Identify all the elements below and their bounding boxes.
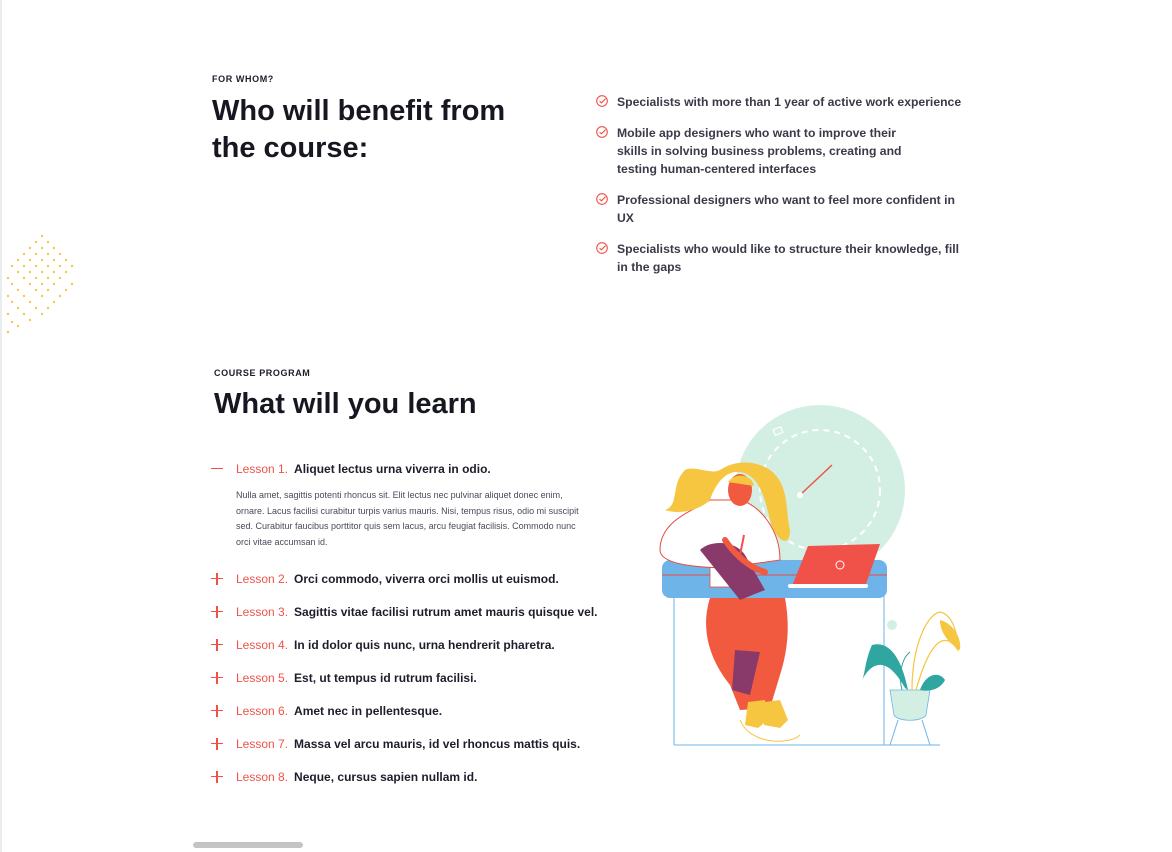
plus-icon[interactable] (208, 669, 226, 687)
lesson-title: Neque, cursus sapien nullam id. (294, 769, 478, 784)
lesson-number: Lesson 1. (236, 462, 289, 476)
lesson-accordion: Lesson 1. Aliquet lectus urna viverra in… (208, 458, 597, 793)
lesson-title: Orci commodo, viverra orci mollis ut eui… (294, 571, 559, 586)
lesson-title: Aliquet lectus urna viverra in odio. (294, 462, 491, 476)
page: FOR WHOM? Who will benefit from the cour… (0, 0, 1172, 852)
minus-icon[interactable] (208, 460, 226, 478)
lesson-item-1[interactable]: Lesson 1. Aliquet lectus urna viverra in… (208, 458, 588, 480)
benefit-text: Mobile app designers who want to improve… (617, 126, 902, 176)
program-title: What will you learn (214, 388, 477, 420)
benefit-eyebrow: FOR WHOM? (212, 74, 274, 84)
plus-icon[interactable] (208, 603, 226, 621)
lesson-item-6[interactable]: Lesson 6. Amet nec in pellentesque. (208, 694, 588, 727)
benefit-item: Specialists who would like to structure … (595, 240, 965, 276)
lesson-item-3[interactable]: Lesson 3. Sagittis vitae facilisi rutrum… (208, 595, 597, 628)
lesson-number: Lesson 7. (236, 736, 289, 751)
program-eyebrow: COURSE PROGRAM (214, 368, 311, 378)
lesson-number: Lesson 4. (236, 637, 289, 652)
lesson-item-2[interactable]: Lesson 2. Orci commodo, viverra orci mol… (208, 562, 588, 595)
benefit-item: Mobile app designers who want to improve… (595, 124, 965, 178)
decorative-dots (6, 234, 74, 334)
lesson-description: Nulla amet, sagittis potenti rhoncus sit… (236, 490, 579, 547)
lesson-title: In id dolor quis nunc, urna hendrerit ph… (294, 637, 555, 652)
lesson-item-5[interactable]: Lesson 5. Est, ut tempus id rutrum facil… (208, 661, 588, 694)
benefit-title: Who will benefit from the course: (212, 95, 506, 164)
lesson-number: Lesson 6. (236, 703, 289, 718)
horizontal-scrollbar[interactable] (193, 842, 303, 848)
student-illustration (659, 405, 961, 746)
lesson-number: Lesson 2. (236, 571, 289, 586)
check-circle-icon (596, 193, 608, 205)
left-border (0, 0, 2, 852)
lesson-title: Sagittis vitae facilisi rutrum amet maur… (294, 604, 598, 619)
check-circle-icon (596, 242, 608, 254)
lesson-number: Lesson 8. (236, 769, 289, 784)
benefit-item: Specialists with more than 1 year of act… (595, 93, 965, 111)
plus-icon[interactable] (208, 636, 226, 654)
plus-icon[interactable] (208, 570, 226, 588)
benefit-text: Professional designers who want to feel … (617, 193, 955, 225)
plus-icon[interactable] (208, 702, 226, 720)
plus-icon[interactable] (208, 768, 226, 786)
lesson-number: Lesson 3. (236, 604, 289, 619)
check-circle-icon (596, 126, 608, 138)
benefit-list: Specialists with more than 1 year of act… (595, 93, 965, 289)
plus-icon[interactable] (208, 735, 226, 753)
lesson-title: Amet nec in pellentesque. (294, 703, 443, 718)
lesson-item-7[interactable]: Lesson 7. Massa vel arcu mauris, id vel … (208, 727, 588, 760)
benefit-text: Specialists who would like to structure … (617, 242, 959, 274)
lesson-title: Est, ut tempus id rutrum facilisi. (294, 670, 477, 685)
lesson-title: Massa vel arcu mauris, id vel rhoncus ma… (294, 736, 581, 751)
check-circle-icon (596, 95, 608, 107)
benefit-text: Specialists with more than 1 year of act… (617, 95, 962, 109)
benefit-item: Professional designers who want to feel … (595, 191, 965, 227)
lesson-number: Lesson 5. (236, 670, 289, 685)
lesson-item-8[interactable]: Lesson 8. Neque, cursus sapien nullam id… (208, 760, 588, 793)
lesson-item-4[interactable]: Lesson 4. In id dolor quis nunc, urna he… (208, 628, 588, 661)
